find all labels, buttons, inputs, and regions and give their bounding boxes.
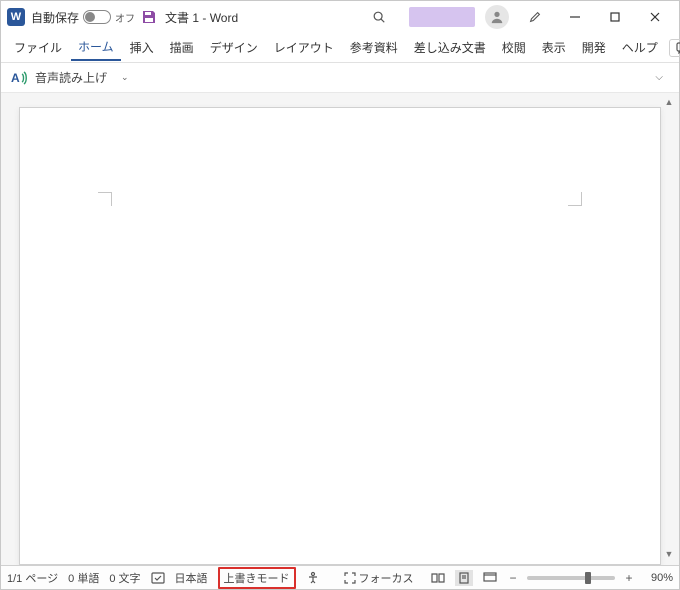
view-print-icon[interactable] [455,570,473,586]
toggle-icon [83,10,111,24]
status-page[interactable]: 1/1 ページ [7,570,58,586]
tab-mailings[interactable]: 差し込み文書 [407,35,493,60]
scroll-down-icon[interactable]: ▼ [665,549,674,561]
autosave-state: オフ [115,10,135,25]
tab-help[interactable]: ヘルプ [615,35,665,60]
close-button[interactable] [635,2,675,32]
tab-draw[interactable]: 描画 [163,35,201,60]
account-icon[interactable] [485,5,509,29]
margin-marker-top-left [98,192,112,206]
pen-icon[interactable] [521,2,549,32]
tab-review[interactable]: 校閲 [495,35,533,60]
status-focus-label: フォーカス [359,570,414,586]
window-controls [555,2,675,32]
zoom-thumb[interactable] [585,572,591,584]
tab-references[interactable]: 参考資料 [343,35,405,60]
readaloud-dropdown-icon[interactable]: ⌄ [121,72,129,83]
ribbon-tabs: ファイル ホーム 挿入 描画 デザイン レイアウト 参考資料 差し込み文書 校閲… [1,33,679,63]
view-controls: − + 90% [429,570,673,586]
svg-text:A: A [11,71,20,85]
user-name-box[interactable] [409,7,475,27]
spellcheck-icon[interactable] [151,572,165,584]
tab-insert[interactable]: 挿入 [123,35,161,60]
zoom-value[interactable]: 90% [643,572,673,584]
status-chars[interactable]: 0 文字 [109,570,140,586]
accessibility-icon[interactable] [306,571,320,585]
statusbar: 1/1 ページ 0 単語 0 文字 日本語 上書きモード フォーカス − + 9… [1,565,679,589]
document-page[interactable] [19,107,661,565]
titlebar: W 自動保存 オフ 文書 1 - Word [1,1,679,33]
zoom-slider[interactable] [527,576,615,580]
collapse-ribbon-icon[interactable]: ⌵ [655,72,669,83]
readaloud-label[interactable]: 音声読み上げ [35,69,107,86]
tab-home[interactable]: ホーム [71,34,121,61]
tab-design[interactable]: デザイン [203,35,265,60]
comments-button[interactable]: ▾ [669,39,680,57]
vertical-scrollbar[interactable]: ▲ ▼ [663,97,675,561]
word-app-icon: W [7,8,25,26]
zoom-out-button[interactable]: − [507,571,519,585]
autosave-label: 自動保存 [31,9,79,26]
autosave-toggle[interactable]: 自動保存 オフ [31,9,135,26]
maximize-button[interactable] [595,2,635,32]
tab-developer[interactable]: 開発 [575,35,613,60]
status-focus[interactable]: フォーカス [344,570,414,586]
view-read-icon[interactable] [429,570,447,586]
view-web-icon[interactable] [481,570,499,586]
readaloud-icon: A [11,70,29,86]
tab-view[interactable]: 表示 [535,35,573,60]
status-overtype-mode[interactable]: 上書きモード [218,567,296,589]
document-area: ▲ ▼ [1,93,679,565]
app-window: W 自動保存 オフ 文書 1 - Word ファイル ホーム 挿入 [0,0,680,590]
tab-layout[interactable]: レイアウト [267,35,341,60]
quick-toolbar: A 音声読み上げ ⌄ ⌵ [1,63,679,93]
scroll-up-icon[interactable]: ▲ [665,97,674,109]
search-button[interactable] [359,2,399,32]
zoom-in-button[interactable]: + [623,571,635,585]
save-button[interactable] [141,9,157,25]
minimize-button[interactable] [555,2,595,32]
status-language[interactable]: 日本語 [175,570,208,586]
tab-file[interactable]: ファイル [7,35,69,60]
document-title: 文書 1 - Word [165,9,238,26]
margin-marker-top-right [568,192,582,206]
status-words[interactable]: 0 単語 [68,570,99,586]
